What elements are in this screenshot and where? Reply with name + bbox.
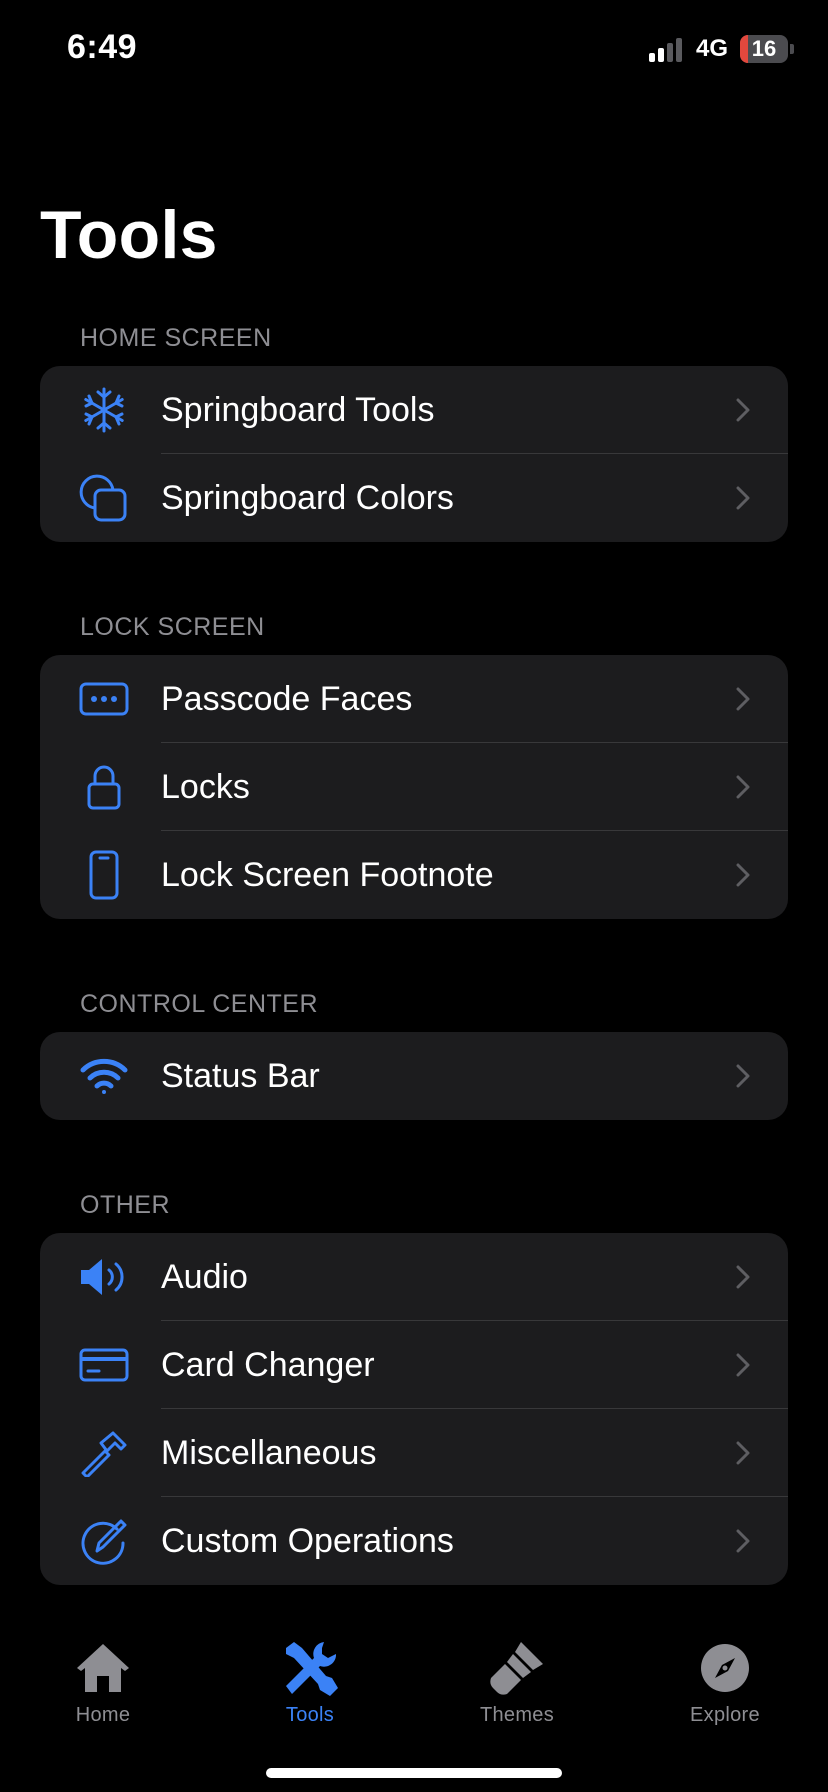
- credit-card-icon: [76, 1341, 132, 1389]
- chevron-right-icon: [736, 775, 750, 799]
- screen: 6:49 4G 16 Tools HOME SCREEN Springboard…: [0, 0, 828, 1792]
- status-indicators: 4G 16: [648, 34, 794, 64]
- overlapping-squares-icon: [76, 474, 132, 522]
- row-label: Card Changer: [161, 1345, 375, 1384]
- chevron-right-icon: [736, 863, 750, 887]
- chevron-right-icon: [736, 1441, 750, 1465]
- home-indicator: [266, 1768, 562, 1778]
- snowflake-icon: [76, 386, 132, 434]
- network-type: 4G: [695, 35, 728, 62]
- paintbrush-icon: [490, 1642, 543, 1695]
- row-label: Custom Operations: [161, 1521, 454, 1560]
- section-header-lock-screen: LOCK SCREEN: [80, 613, 265, 641]
- lock-icon: [76, 763, 132, 811]
- tab-label: Tools: [285, 1704, 335, 1726]
- chevron-right-icon: [736, 486, 750, 510]
- row-label: Status Bar: [161, 1056, 320, 1095]
- row-label: Lock Screen Footnote: [161, 855, 494, 894]
- section-header-home-screen: HOME SCREEN: [80, 324, 272, 352]
- page-title: Tools: [40, 197, 218, 273]
- chevron-right-icon: [736, 1064, 750, 1088]
- row-label: Springboard Colors: [161, 478, 454, 517]
- battery-level: 16: [751, 36, 777, 61]
- row-miscellaneous[interactable]: Miscellaneous: [40, 1409, 788, 1497]
- house-icon: [77, 1644, 129, 1692]
- chevron-right-icon: [736, 1353, 750, 1377]
- section-header-other: OTHER: [80, 1191, 170, 1219]
- section-header-control-center: CONTROL CENTER: [80, 990, 319, 1018]
- tab-tools[interactable]: Tools: [240, 1638, 380, 1727]
- tab-themes[interactable]: Themes: [447, 1638, 587, 1727]
- cellular-signal-icon: [648, 36, 682, 62]
- battery-icon: 16: [740, 35, 794, 63]
- chevron-right-icon: [736, 1265, 750, 1289]
- tab-explore[interactable]: Explore: [655, 1638, 795, 1727]
- row-locks[interactable]: Locks: [40, 743, 788, 831]
- status-time: 6:49: [67, 28, 138, 66]
- iphone-icon: [76, 850, 132, 900]
- hammer-icon: [76, 1429, 132, 1477]
- row-card-changer[interactable]: Card Changer: [40, 1321, 788, 1409]
- chevron-right-icon: [736, 687, 750, 711]
- chevron-right-icon: [736, 1529, 750, 1553]
- row-label: Miscellaneous: [161, 1433, 377, 1472]
- group-home-screen: Springboard Tools Springboard Colors: [40, 366, 788, 542]
- row-passcode-faces[interactable]: Passcode Faces: [40, 655, 788, 743]
- tab-label: Themes: [479, 1704, 555, 1726]
- group-lock-screen: Passcode Faces Locks Lock Screen Footnot…: [40, 655, 788, 919]
- tab-label: Explore: [690, 1704, 760, 1726]
- group-other: Audio Card Changer Miscellaneous Custom …: [40, 1233, 788, 1585]
- row-lock-screen-footnote[interactable]: Lock Screen Footnote: [40, 831, 788, 919]
- status-bar: 6:49 4G 16: [0, 0, 828, 100]
- tab-home[interactable]: Home: [33, 1638, 173, 1727]
- wrench-screwdriver-icon: [286, 1642, 338, 1696]
- row-label: Audio: [161, 1257, 248, 1296]
- chevron-right-icon: [736, 398, 750, 422]
- speaker-icon: [76, 1253, 132, 1301]
- tab-label: Home: [75, 1704, 131, 1726]
- row-custom-operations[interactable]: Custom Operations: [40, 1497, 788, 1585]
- group-control-center: Status Bar: [40, 1032, 788, 1120]
- row-audio[interactable]: Audio: [40, 1233, 788, 1321]
- row-label: Passcode Faces: [161, 679, 413, 718]
- tab-bar: Home Tools Themes Explore: [0, 1620, 828, 1792]
- pencil-circle-icon: [76, 1517, 132, 1565]
- wifi-icon: [76, 1052, 132, 1100]
- row-label: Springboard Tools: [161, 390, 435, 429]
- row-springboard-tools[interactable]: Springboard Tools: [40, 366, 788, 454]
- row-label: Locks: [161, 767, 250, 806]
- row-springboard-colors[interactable]: Springboard Colors: [40, 454, 788, 542]
- passcode-dots-icon: [76, 675, 132, 723]
- row-status-bar[interactable]: Status Bar: [40, 1032, 788, 1120]
- compass-icon: [701, 1644, 749, 1692]
